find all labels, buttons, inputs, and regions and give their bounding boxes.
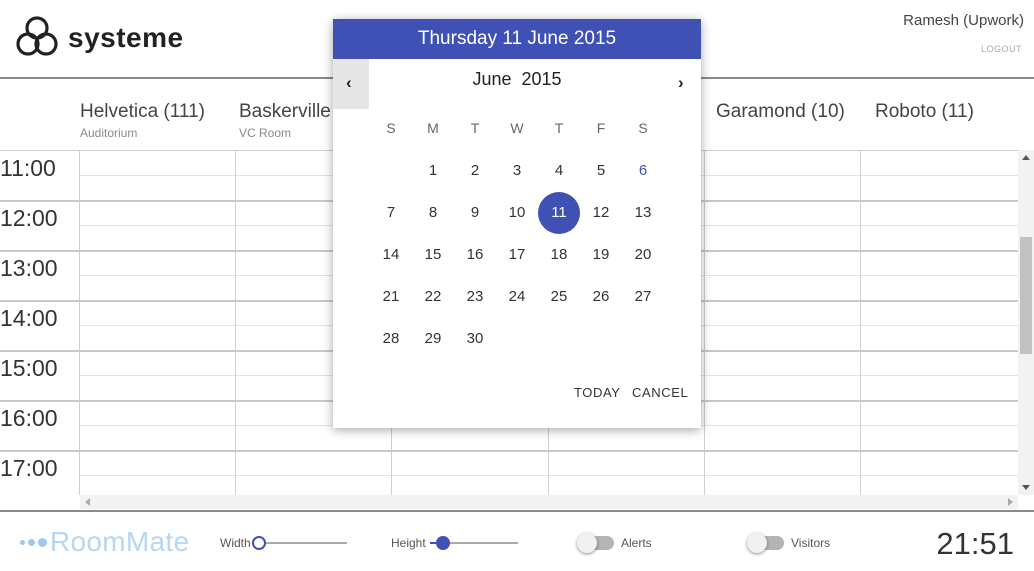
time-label: 16:00 [0,405,58,431]
height-label: Height [391,536,426,550]
systeme-logo-icon [16,16,58,56]
width-label: Width [220,536,251,550]
calendar-day[interactable]: 4 [538,150,580,192]
calendar-day[interactable]: 28 [370,318,412,360]
alerts-toggle-knob[interactable] [577,533,597,553]
roommate-dots-icon [20,537,47,547]
horizontal-scrollbar[interactable] [80,495,1018,509]
room-subtitle: VC Room [239,126,292,140]
calendar-day[interactable]: 2 [454,150,496,192]
app-window: systeme Ramesh (Upwork) LOGOUT Helvetica… [0,0,1034,571]
month-name[interactable]: June [472,69,511,89]
room-name: Baskerville [239,101,331,122]
room-column-divider [704,151,705,495]
selected-day[interactable]: 11 [538,192,580,234]
weekday-label: F [596,120,606,136]
calendar-day[interactable]: 14 [370,234,412,276]
calendar-day[interactable]: 17 [496,234,538,276]
scroll-up-icon[interactable] [1022,155,1030,160]
calendar-day[interactable]: 18 [538,234,580,276]
visitors-label: Visitors [791,536,831,550]
weekday-label: T [470,120,480,136]
app-name: RoomMate [50,526,190,557]
vertical-scrollbar[interactable] [1018,150,1034,495]
room-header-roboto[interactable]: Roboto (11) [875,101,974,123]
weekday-label: S [386,120,396,136]
footer-bar: RoomMate Width Height Alerts Visitors 21… [0,510,1034,571]
visitors-toggle-knob[interactable] [747,533,767,553]
month-bar: ‹ June 2015 › [333,59,701,109]
weekday-label: S [638,120,648,136]
width-slider-thumb[interactable] [252,536,266,550]
scroll-left-icon[interactable] [85,498,90,506]
calendar-day[interactable]: 22 [412,276,454,318]
calendar-day[interactable]: 30 [454,318,496,360]
time-label: 12:00 [0,205,58,231]
room-column-divider [860,151,861,495]
room-name: Roboto (11) [875,101,974,122]
weekday-label: T [554,120,564,136]
calendar-day[interactable]: 7 [370,192,412,234]
date-picker-dialog: Thursday 11 June 2015 ‹ June 2015 › SMTWT… [333,19,701,428]
cancel-button[interactable]: CANCEL [632,385,688,400]
calendar-day[interactable]: 29 [412,318,454,360]
calendar-day[interactable]: 10 [496,192,538,234]
calendar-day[interactable]: 16 [454,234,496,276]
weekday-label: M [427,120,439,136]
calendar-day[interactable]: 21 [370,276,412,318]
weekday-label: W [510,120,524,136]
next-month-button[interactable]: › [665,59,701,99]
calendar-day[interactable]: 19 [580,234,622,276]
calendar-day[interactable]: 25 [538,276,580,318]
date-picker-header[interactable]: Thursday 11 June 2015 [333,19,701,59]
room-column-divider [79,151,80,495]
half-hour-line [80,475,1018,476]
room-name: Helvetica (111) [80,101,205,122]
calendar-day[interactable]: 8 [412,192,454,234]
clock: 21:51 [936,526,1014,561]
calendar-day[interactable]: 24 [496,276,538,318]
calendar-day[interactable]: 13 [622,192,664,234]
room-header-helvetica[interactable]: Helvetica (111) Auditorium [80,101,205,140]
calendar-day[interactable]: 26 [580,276,622,318]
time-label: 17:00 [0,455,58,481]
height-slider-thumb[interactable] [436,536,451,550]
user-name[interactable]: Ramesh (Upwork) [903,12,1024,29]
time-label: 14:00 [0,305,58,331]
calendar-day[interactable]: 15 [412,234,454,276]
calendar-day[interactable]: 20 [622,234,664,276]
calendar-day[interactable]: 5 [580,150,622,192]
month-year-label: June 2015 [333,69,701,90]
today-button[interactable]: TODAY [574,385,621,400]
logout-link[interactable]: LOGOUT [981,44,1022,54]
calendar-day[interactable]: 3 [496,150,538,192]
room-name: Garamond (10) [716,101,845,122]
scrollbar-thumb[interactable] [1020,237,1032,354]
calendar-day[interactable]: 9 [454,192,496,234]
room-header-baskerville[interactable]: Baskerville VC Room [239,101,331,140]
calendar-day[interactable]: 1 [412,150,454,192]
hour-line [0,450,1018,452]
calendar-day[interactable]: 12 [580,192,622,234]
alerts-label: Alerts [621,536,652,550]
brand-name: systeme [68,22,184,53]
room-column-divider [235,151,236,495]
room-header-garamond[interactable]: Garamond (10) [716,101,845,123]
calendar-day[interactable]: 23 [454,276,496,318]
scroll-right-icon[interactable] [1008,498,1013,506]
calendar-day[interactable]: 6 [622,150,664,192]
calendar-day[interactable]: 27 [622,276,664,318]
room-subtitle: Auditorium [80,126,138,140]
roommate-logo: RoomMate [20,526,189,558]
time-label: 13:00 [0,255,58,281]
time-label: 11:00 [0,155,56,181]
chevron-right-icon: › [678,73,684,92]
width-slider-track[interactable] [254,542,347,544]
scroll-down-icon[interactable] [1022,485,1030,490]
year-label[interactable]: 2015 [522,69,562,89]
time-label: 15:00 [0,355,58,381]
